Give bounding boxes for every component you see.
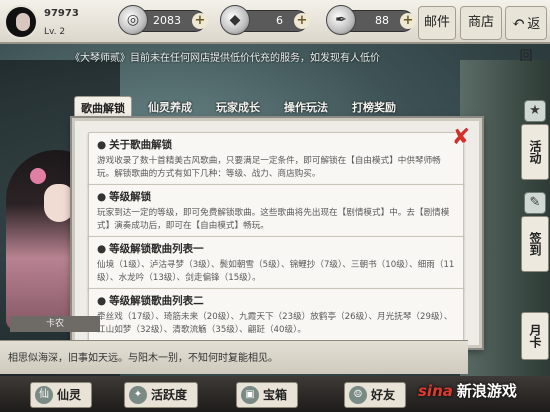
- spirit-icon: 仙: [35, 386, 53, 404]
- info-card: ● 关于歌曲解锁 游戏收录了数十首精美古风歌曲，只要满足一定条件，即可解锁在【自由…: [88, 132, 464, 187]
- bullet-icon: ●: [97, 191, 107, 203]
- card-body: 牵丝戏（17级）、琦筋未来（20级）、九霞天下（23级）放鹤亭（26级）、月光抚…: [97, 312, 453, 335]
- ink-value: 88: [375, 14, 389, 27]
- add-ink-button[interactable]: +: [400, 13, 416, 29]
- spirit-button-label: 仙灵: [57, 388, 82, 402]
- close-icon[interactable]: ✘: [450, 127, 472, 150]
- character-face: [44, 184, 74, 222]
- add-jade-button[interactable]: +: [294, 13, 310, 29]
- info-card: ● 等级解锁 玩家到达一定的等级，即可免费解锁歌曲。这些歌曲将先出现在【剧情模式】…: [88, 184, 464, 239]
- card-title: ● 等级解锁歌曲列表一: [97, 241, 455, 256]
- help-tabs: 歌曲解锁 仙灵养成 玩家成长 操作玩法 打榜奖励: [74, 96, 484, 120]
- jade-value: 6: [276, 14, 283, 27]
- info-card: ● 等级解锁歌曲列表二 牵丝戏（17级）、琦筋未来（20级）、九霞天下（23级）放…: [88, 288, 464, 340]
- player-level: Lv. 2: [44, 27, 66, 37]
- bullet-icon: ●: [97, 295, 107, 307]
- shop-button[interactable]: 商店: [460, 6, 502, 40]
- story-text-bar: 相思似海深，旧事如天远。与阳木一别，不知何时复能相见。: [0, 340, 468, 374]
- event-icon[interactable]: ★: [524, 100, 546, 122]
- shop-button-label: 商店: [467, 15, 494, 30]
- card-title-text: 等级解锁歌曲列表一: [109, 243, 204, 255]
- tab-song-unlock[interactable]: 歌曲解锁: [74, 96, 132, 120]
- story-text: 相思似海深，旧事如天远。与阳木一别，不知何时复能相见。: [8, 353, 278, 364]
- treasure-button[interactable]: ▣ 宝箱: [236, 382, 299, 408]
- help-content-scroll[interactable]: ● 关于歌曲解锁 游戏收录了数十首精美古风歌曲，只要满足一定条件，即可解锁在【自由…: [82, 126, 470, 340]
- top-bar: 97973 Lv. 2 2083 ◎ + 6 ◆ + 88 ✒ + 邮件 商店 …: [0, 0, 550, 64]
- mail-button-label: 邮件: [423, 15, 450, 30]
- silver-value: 2083: [153, 14, 181, 27]
- tab-player-growth[interactable]: 玩家成长: [210, 96, 266, 120]
- spirit-button[interactable]: 仙仙灵: [30, 382, 93, 408]
- tab-gameplay[interactable]: 操作玩法: [278, 96, 334, 120]
- tab-spirit-cultivation[interactable]: 仙灵养成: [142, 96, 198, 120]
- hair-flower-icon: [30, 168, 46, 184]
- card-body: 玩家到达一定的等级，即可免费解锁歌曲。这些歌曲将先出现在【剧情模式】中。去【剧情…: [97, 208, 450, 231]
- avatar[interactable]: [4, 5, 38, 39]
- card-title-text: 等级解锁: [109, 191, 152, 203]
- player-id: 97973: [44, 8, 79, 19]
- sina-games-watermark: sina 新浪游戏: [418, 380, 517, 401]
- bullet-icon: ●: [97, 139, 107, 151]
- notice-marquee: 《大琴师贰》目前未在任何网店提供低价代充的服务，如发现有人低价: [70, 53, 380, 64]
- activity-button[interactable]: ✦ 活跃度: [124, 382, 199, 408]
- info-card: ● 等级解锁歌曲列表一 仙境（1级）、泸沽寻梦（3级）、鬓如朝雪（5级）、锦鲤抄（…: [88, 236, 464, 291]
- current-card-label: 卡农: [10, 316, 100, 332]
- friends-button[interactable]: ☺ 好友: [344, 382, 407, 408]
- card-title-text: 关于歌曲解锁: [109, 139, 173, 151]
- ink-icon: ✒: [326, 5, 356, 35]
- treasure-button-label: 宝箱: [263, 388, 288, 402]
- silver-coin-icon: ◎: [118, 5, 148, 35]
- back-arrow-icon: ↶: [511, 13, 526, 32]
- card-body: 仙境（1级）、泸沽寻梦（3级）、鬓如朝雪（5级）、锦鲤抄（7级）、三朝书（10级…: [97, 260, 455, 283]
- bullet-icon: ●: [97, 243, 107, 255]
- friends-icon: ☺: [349, 386, 367, 404]
- treasure-chest-icon: ▣: [241, 386, 259, 404]
- monthly-card-button[interactable]: 月卡: [521, 312, 549, 360]
- sina-logo: sina: [418, 382, 453, 400]
- checkin-button[interactable]: 签到: [521, 216, 549, 272]
- event-button[interactable]: 活动: [521, 124, 549, 180]
- activity-button-label: 活跃度: [151, 388, 188, 402]
- activity-icon: ✦: [129, 386, 147, 404]
- back-button[interactable]: ↶ 返回: [505, 6, 547, 64]
- card-title: ● 等级解锁歌曲列表二: [97, 293, 455, 308]
- checkin-icon[interactable]: ✎: [524, 192, 546, 214]
- card-title-text: 等级解锁歌曲列表二: [109, 295, 204, 307]
- mail-button[interactable]: 邮件: [418, 6, 456, 40]
- jade-icon: ◆: [220, 5, 250, 35]
- card-title: ● 等级解锁: [97, 189, 455, 204]
- tab-ranking-rewards[interactable]: 打榜奖励: [346, 96, 402, 120]
- card-body: 游戏收录了数十首精美古风歌曲，只要满足一定条件，即可解锁在【自由模式】中供琴师畅…: [97, 156, 441, 179]
- card-title: ● 关于歌曲解锁: [97, 137, 455, 152]
- friends-button-label: 好友: [371, 388, 396, 402]
- watermark-text: 新浪游戏: [456, 382, 517, 400]
- add-silver-button[interactable]: +: [192, 13, 208, 29]
